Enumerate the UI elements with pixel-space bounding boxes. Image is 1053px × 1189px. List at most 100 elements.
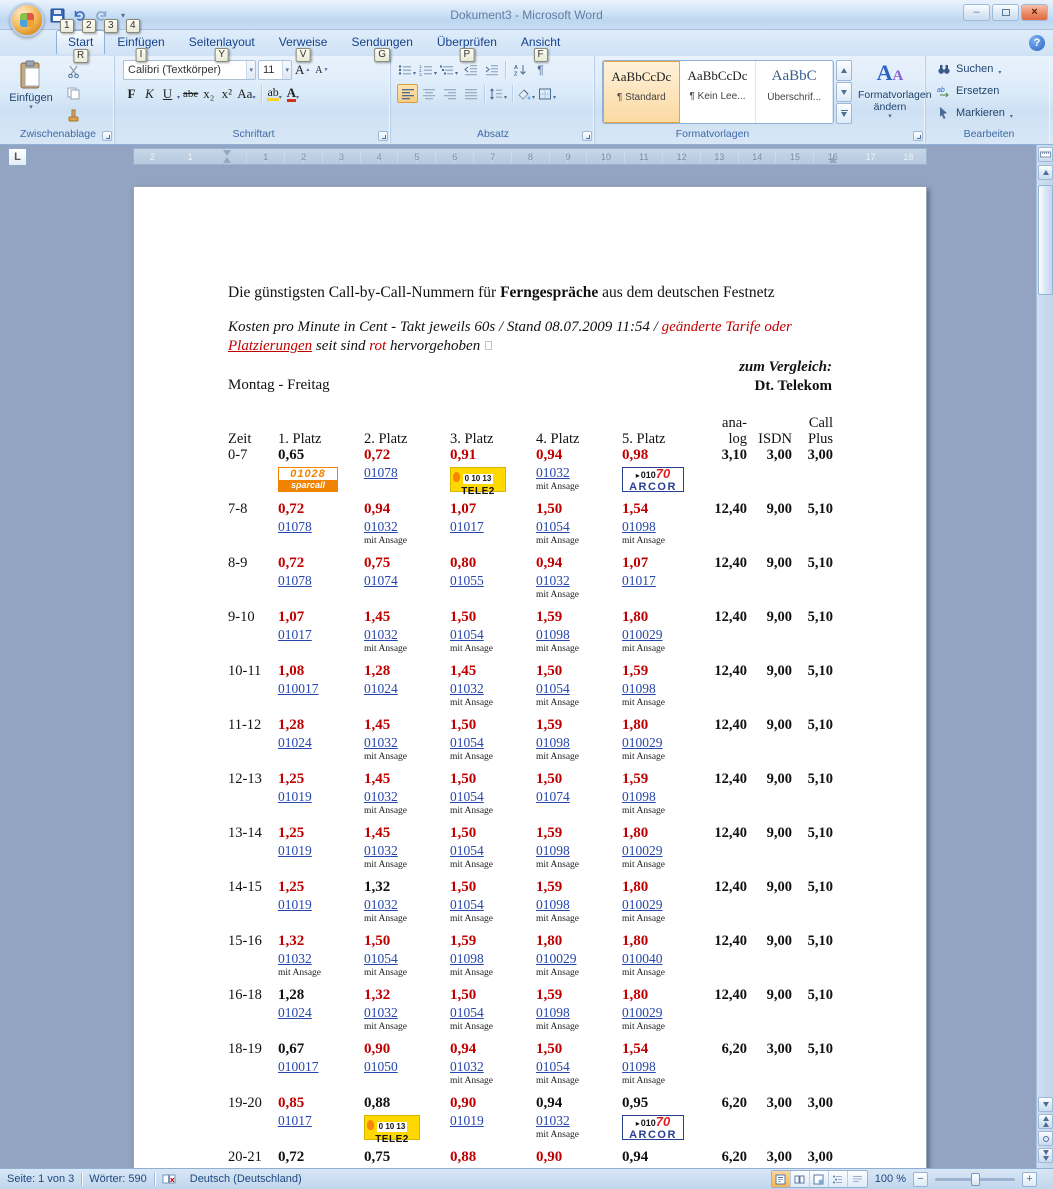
- previous-page-button[interactable]: [1038, 1114, 1053, 1129]
- phone-number-link[interactable]: 01032: [536, 1113, 570, 1129]
- vertical-scrollbar[interactable]: [1036, 145, 1053, 1168]
- clipboard-dialog-launcher[interactable]: [102, 131, 112, 141]
- font-name-dropdown-arrow[interactable]: ▾: [246, 61, 255, 79]
- multilevel-list-button[interactable]: ▾: [439, 60, 460, 79]
- styles-scroll-down-button[interactable]: [836, 82, 852, 103]
- scroll-down-button[interactable]: [1038, 1097, 1053, 1112]
- tab-stop-selector[interactable]: L: [8, 148, 27, 166]
- minimize-button[interactable]: –: [963, 4, 990, 21]
- font-name-combobox[interactable]: Calibri (Textkörper)▾: [123, 60, 256, 80]
- zoom-level[interactable]: 100 %: [875, 1173, 906, 1185]
- first-line-indent-marker[interactable]: [223, 150, 231, 156]
- font-size-combobox[interactable]: 11▾: [258, 60, 292, 80]
- numbering-button[interactable]: 1.2.3.▾: [418, 60, 439, 79]
- draft-view-button[interactable]: [848, 1171, 867, 1187]
- tab-ansicht[interactable]: AnsichtF: [509, 30, 572, 53]
- superscript-button[interactable]: x²: [218, 84, 235, 103]
- phone-number-link[interactable]: 01019: [450, 1113, 484, 1129]
- phone-number-link[interactable]: 01019: [278, 789, 312, 805]
- sparcall-logo[interactable]: 01028sparcall: [278, 467, 338, 492]
- phone-number-link[interactable]: 010017: [278, 681, 319, 697]
- paragraph-dialog-launcher[interactable]: [582, 131, 592, 141]
- phone-number-link[interactable]: 01054: [536, 519, 570, 535]
- copy-button[interactable]: [62, 84, 84, 103]
- phone-number-link[interactable]: 01032: [278, 951, 312, 967]
- style-item[interactable]: AaBbCcDc¶ Standard: [603, 61, 680, 123]
- underline-dropdown-arrow[interactable]: ▾: [177, 94, 180, 101]
- phone-number-link[interactable]: 01017: [278, 627, 312, 643]
- phone-number-link[interactable]: 01054: [536, 1059, 570, 1075]
- ruler[interactable]: 21123456789101112131415161718: [133, 148, 927, 165]
- phone-number-link[interactable]: 01054: [450, 897, 484, 913]
- word-count[interactable]: Wörter: 590: [82, 1169, 153, 1189]
- increase-indent-button[interactable]: [481, 60, 502, 79]
- justify-button[interactable]: [460, 84, 481, 103]
- phone-number-link[interactable]: 01032: [364, 1005, 398, 1021]
- highlight-button[interactable]: ab▾: [266, 84, 283, 103]
- borders-button[interactable]: ▾: [537, 84, 558, 103]
- page-indicator[interactable]: Seite: 1 von 3: [0, 1169, 81, 1189]
- phone-number-link[interactable]: 01078: [364, 465, 398, 481]
- phone-number-link[interactable]: 01054: [450, 1005, 484, 1021]
- phone-number-link[interactable]: 01054: [536, 681, 570, 697]
- select-browse-object-button[interactable]: [1038, 1131, 1053, 1146]
- phone-number-link[interactable]: 01054: [450, 789, 484, 805]
- phone-number-link[interactable]: 01032: [364, 843, 398, 859]
- phone-number-link[interactable]: 01098: [622, 1059, 656, 1075]
- phone-number-link[interactable]: 01032: [536, 465, 570, 481]
- scrollbar-thumb[interactable]: [1038, 185, 1053, 295]
- phone-number-link[interactable]: 01098: [536, 843, 570, 859]
- line-spacing-button[interactable]: ▾: [488, 84, 509, 103]
- phone-number-link[interactable]: 01098: [536, 1005, 570, 1021]
- office-button[interactable]: [10, 3, 44, 37]
- phone-number-link[interactable]: 01024: [364, 681, 398, 697]
- select-button[interactable]: Markieren▾: [934, 103, 1017, 123]
- outline-view-button[interactable]: [829, 1171, 848, 1187]
- font-size-dropdown-arrow[interactable]: ▾: [282, 61, 291, 79]
- phone-number-link[interactable]: 01098: [536, 627, 570, 643]
- phone-number-link[interactable]: 01019: [278, 843, 312, 859]
- phone-number-link[interactable]: 01078: [278, 519, 312, 535]
- arcor-logo[interactable]: ▸01070ARCOR: [622, 467, 684, 492]
- style-item[interactable]: AaBbCÜberschrif...: [756, 61, 833, 123]
- tab-verweise[interactable]: VerweiseV: [267, 30, 340, 53]
- help-button[interactable]: ?: [1029, 35, 1045, 51]
- font-color-button[interactable]: A▾: [285, 84, 302, 103]
- web-layout-view-button[interactable]: [810, 1171, 829, 1187]
- phone-number-link[interactable]: 01098: [536, 897, 570, 913]
- paste-button[interactable]: Einfügen ▾: [8, 60, 54, 126]
- phone-number-link[interactable]: 01054: [364, 951, 398, 967]
- phone-number-link[interactable]: 01054: [450, 843, 484, 859]
- change-case-button[interactable]: Aa▾: [236, 84, 257, 103]
- bold-button[interactable]: F: [123, 84, 140, 103]
- phone-number-link[interactable]: 01024: [278, 735, 312, 751]
- phone-number-link[interactable]: 01032: [450, 1059, 484, 1075]
- subscript-button[interactable]: x₂: [200, 84, 217, 103]
- tab-seitenlayout[interactable]: SeitenlayoutY: [177, 30, 267, 53]
- phone-number-link[interactable]: 01098: [622, 681, 656, 697]
- italic-button[interactable]: K: [141, 84, 158, 103]
- tele2-logo[interactable]: 0 10 13TELE2: [364, 1115, 420, 1140]
- proofing-status[interactable]: [155, 1169, 183, 1189]
- zoom-in-button[interactable]: +: [1022, 1172, 1037, 1187]
- bullets-button[interactable]: ▾: [397, 60, 418, 79]
- strikethrough-button[interactable]: abe: [182, 84, 199, 103]
- phone-number-link[interactable]: 010029: [622, 897, 663, 913]
- phone-number-link[interactable]: 010029: [622, 843, 663, 859]
- scroll-up-button[interactable]: [1038, 165, 1053, 180]
- phone-number-link[interactable]: 01032: [450, 681, 484, 697]
- language-indicator[interactable]: Deutsch (Deutschland): [183, 1169, 309, 1189]
- phone-number-link[interactable]: 010029: [622, 627, 663, 643]
- zoom-slider[interactable]: [935, 1178, 1015, 1181]
- align-right-button[interactable]: [439, 84, 460, 103]
- decrease-indent-button[interactable]: [460, 60, 481, 79]
- phone-number-link[interactable]: 01074: [364, 573, 398, 589]
- zoom-out-button[interactable]: −: [913, 1172, 928, 1187]
- styles-more-button[interactable]: [836, 103, 852, 124]
- hanging-indent-marker[interactable]: [223, 157, 231, 163]
- restore-button[interactable]: [992, 4, 1019, 21]
- phone-number-link[interactable]: 01032: [364, 627, 398, 643]
- align-center-button[interactable]: [418, 84, 439, 103]
- phone-number-link[interactable]: 01098: [622, 789, 656, 805]
- fullscreen-reading-view-button[interactable]: [791, 1171, 810, 1187]
